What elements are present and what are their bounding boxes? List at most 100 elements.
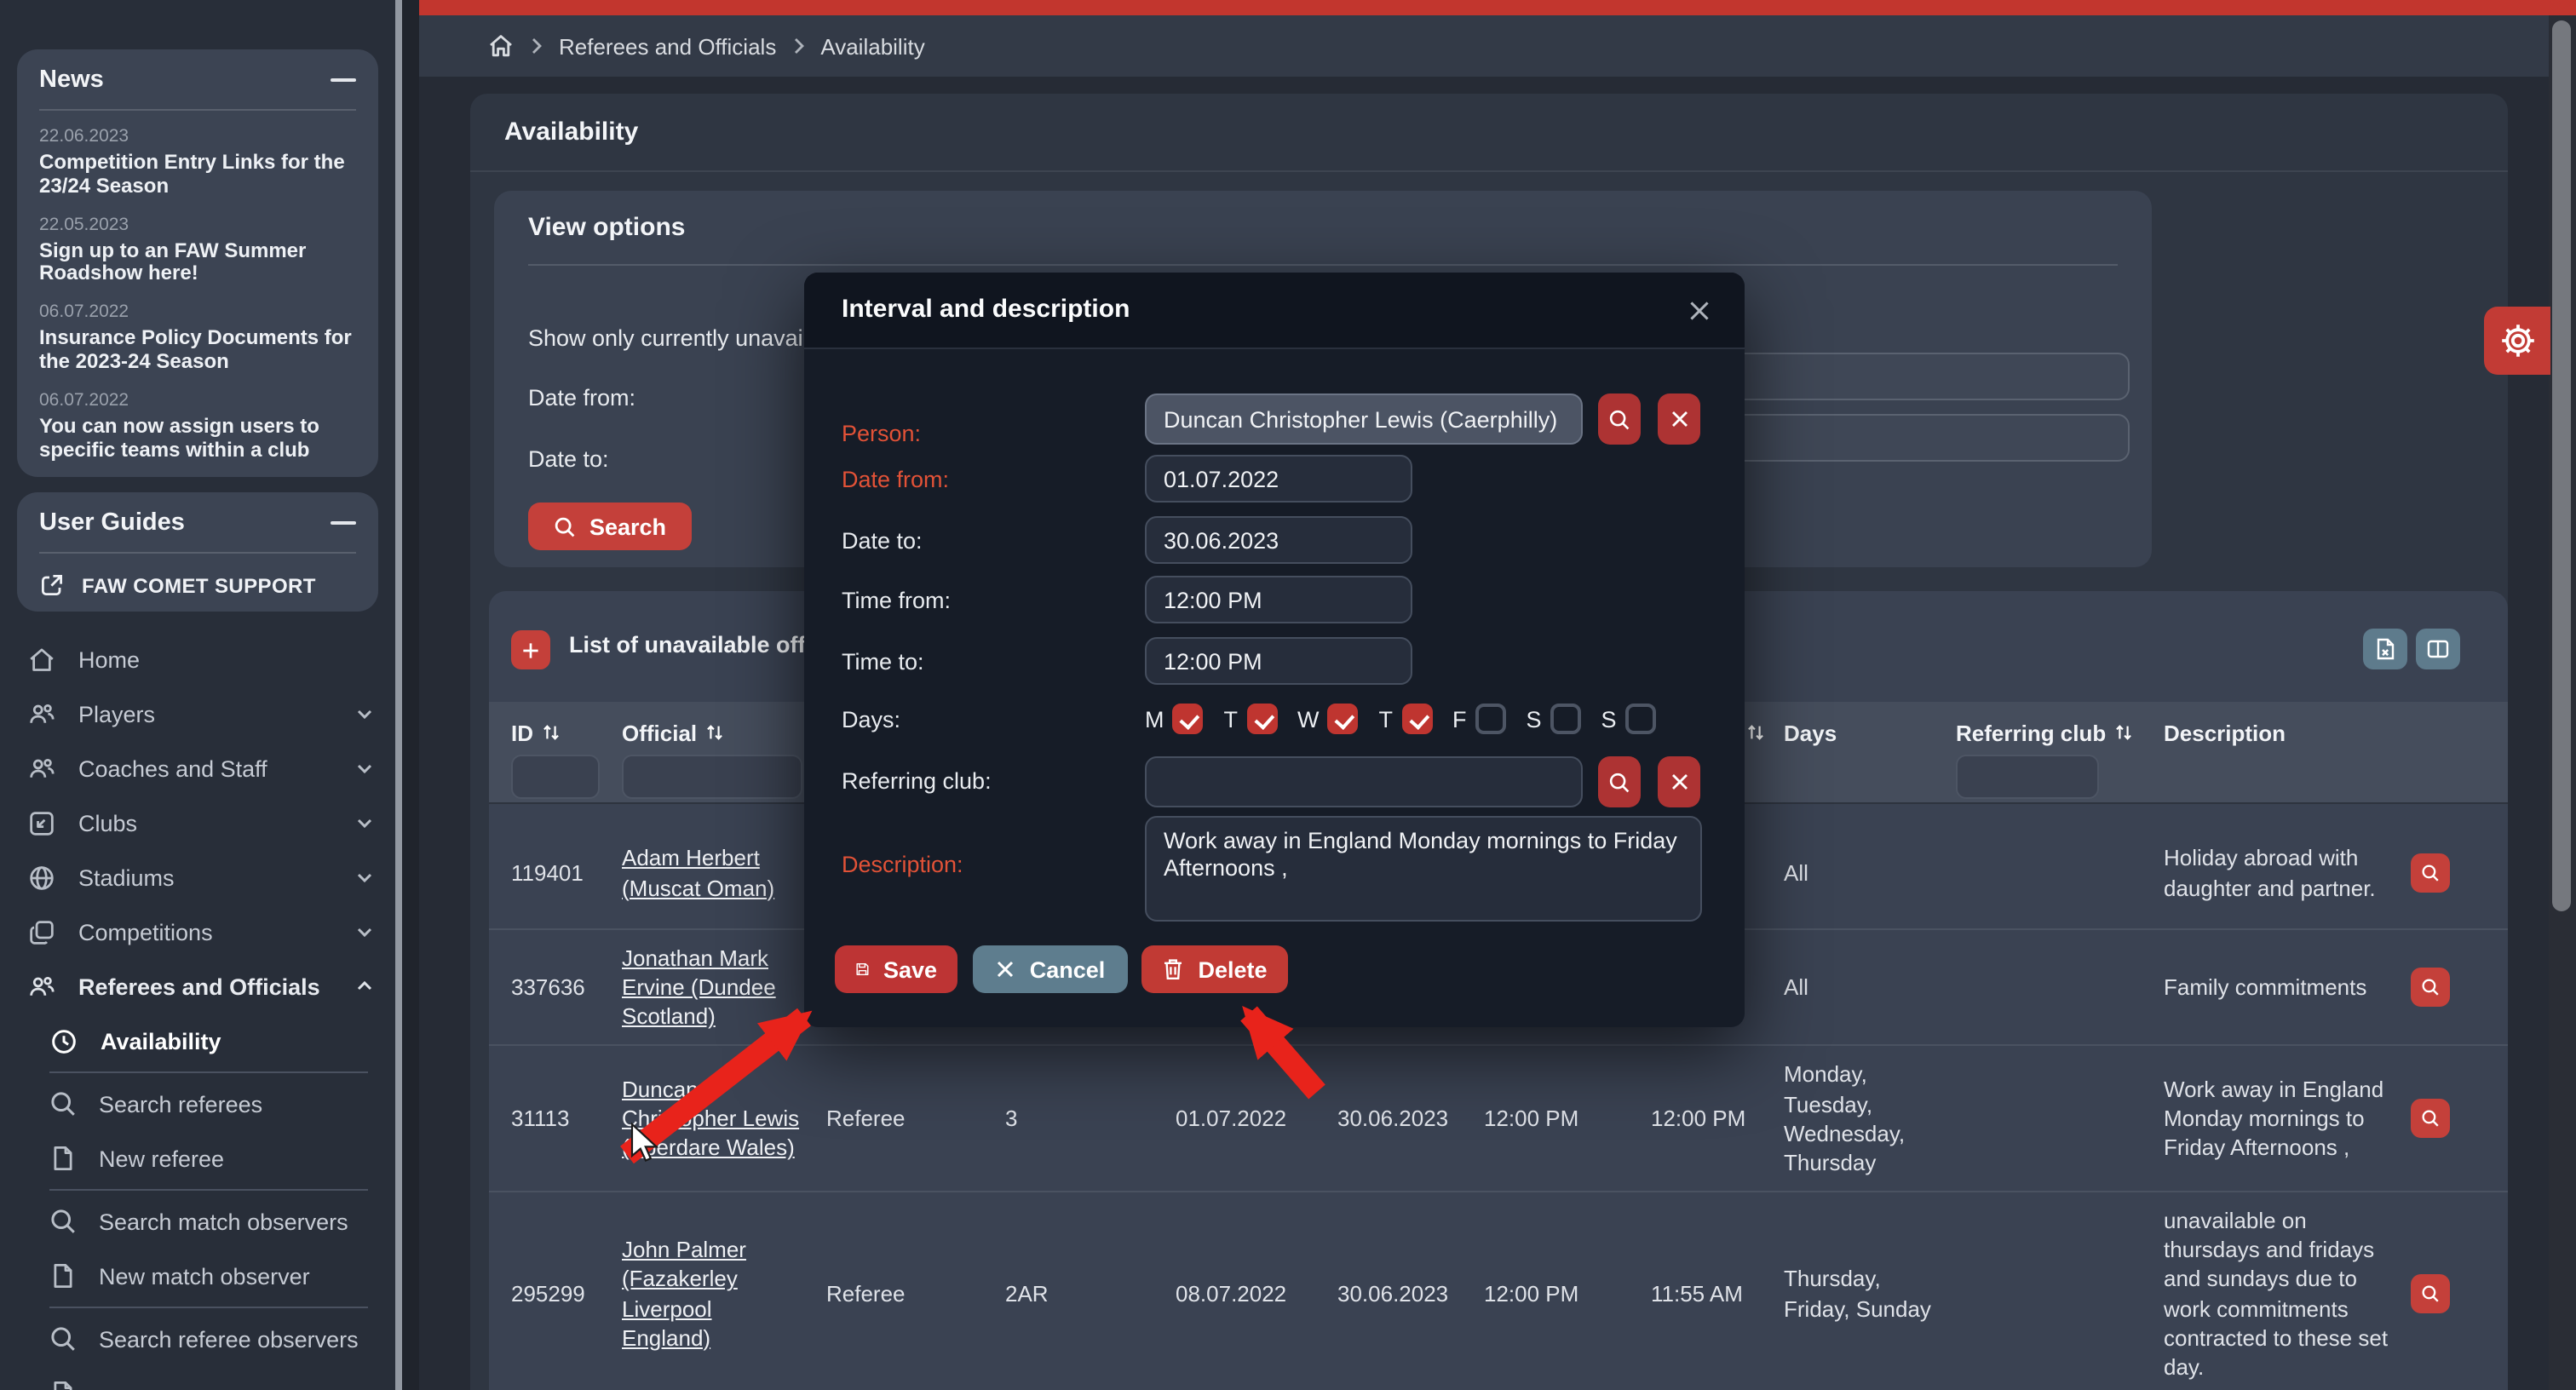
sidebar-item-players[interactable]: Players [0,686,395,741]
sidebar-item-referees-and-officials[interactable]: Referees and Officials [0,959,395,1014]
day-letter: M [1145,706,1164,732]
competitions-icon [27,917,56,946]
settings-gear-button[interactable] [2484,307,2550,375]
column-header-official[interactable]: Official [622,717,809,748]
time-from-input[interactable] [1145,576,1412,623]
referring-club-filter-input[interactable] [1956,755,2099,799]
person-label: Person: [842,421,921,446]
day-checkbox-thursday[interactable] [1401,704,1432,734]
person-clear-button[interactable] [1658,393,1700,445]
search-button[interactable]: Search [528,503,692,550]
sidebar: News 22.06.2023 Competition Entry Links … [0,0,395,1390]
collapse-icon[interactable] [331,521,356,526]
date-from-input[interactable] [1145,455,1412,503]
person-field[interactable] [1145,393,1583,445]
column-header-id[interactable]: ID [511,717,605,748]
referring-club-search-button[interactable] [1598,756,1641,807]
coaches-icon [27,754,56,783]
column-header-days[interactable]: Days [1784,717,1939,748]
collapse-icon[interactable] [331,78,356,83]
sidebar-item-availability[interactable]: Availability [0,1014,395,1068]
table-row: 295299 John Palmer (Fazakerley Liverpool… [489,1192,2508,1390]
close-icon [1669,772,1689,792]
export-file-button[interactable] [2363,629,2407,669]
official-link[interactable]: Jonathan Mark Ervine (Dundee Scotland) [622,945,776,1030]
page-title: Availability [504,118,638,146]
cell-id: 31113 [511,1090,622,1146]
sidebar-item-next[interactable] [0,1366,395,1390]
column-header-description[interactable]: Description [2164,717,2394,748]
row-view-button[interactable] [2411,1100,2450,1139]
divider [49,1071,368,1073]
sidebar-item-clubs[interactable]: Clubs [0,796,395,850]
add-interval-button[interactable] [511,630,550,669]
page-scrollbar-thumb[interactable] [2552,20,2571,911]
home-icon[interactable] [487,32,515,60]
cell-id: 295299 [511,1266,622,1322]
sidebar-item-competitions[interactable]: Competitions [0,905,395,959]
sidebar-item-search-match-observers[interactable]: Search match observers [0,1194,395,1249]
close-icon [1669,409,1689,429]
column-settings-button[interactable] [2416,629,2460,669]
official-filter-input[interactable] [622,755,802,799]
clubs-icon [27,808,56,837]
stadiums-icon [27,863,56,892]
column-header-referring-club[interactable]: Referring club [1956,717,2147,748]
chevron-up-icon [354,976,375,997]
breadcrumb-separator-icon [791,37,805,55]
sidebar-scrollbar-thumb[interactable] [395,0,402,1390]
date-from-label: Date from: [528,385,635,411]
day-letter: S [1601,706,1617,732]
columns-icon [2426,637,2450,661]
close-icon [1685,296,1714,325]
id-filter-input[interactable] [511,755,600,799]
description-textarea[interactable]: Work away in England Monday mornings to … [1145,816,1702,922]
sidebar-item-stadiums[interactable]: Stadiums [0,850,395,905]
referees-icon [27,972,56,1001]
official-link[interactable]: Duncan Christopher Lewis (Aberdare Wales… [622,1077,799,1161]
news-item-title[interactable]: You can now assign users to specific tea… [39,416,356,462]
save-button[interactable]: Save [835,945,957,993]
row-view-button[interactable] [2411,1274,2450,1313]
modal-close-button[interactable] [1682,293,1717,329]
delete-button[interactable]: Delete [1141,945,1288,993]
date-to-input[interactable] [1145,516,1412,564]
breadcrumb-item[interactable]: Referees and Officials [559,33,776,59]
row-view-button[interactable] [2411,853,2450,893]
cell-days: Monday, Tuesday, Wednesday, Thursday [1784,1047,1956,1191]
sidebar-item-search-referees[interactable]: Search referees [0,1077,395,1131]
date-to-label: Date to: [528,446,609,472]
news-item-title[interactable]: Competition Entry Links for the 23/24 Se… [39,152,356,198]
day-checkbox-tuesday[interactable] [1246,704,1277,734]
news-item-title[interactable]: Insurance Policy Documents for the 2023-… [39,327,356,374]
divider [39,552,356,554]
person-search-button[interactable] [1598,393,1641,445]
sort-icon [542,722,561,743]
date-to-label: Date to: [842,528,923,554]
day-checkbox-monday[interactable] [1173,704,1204,734]
referring-club-clear-button[interactable] [1658,756,1700,807]
referring-club-input[interactable] [1145,756,1583,807]
day-checkbox-wednesday[interactable] [1328,704,1359,734]
news-item-title[interactable]: Sign up to an FAW Summer Roadshow here! [39,239,356,286]
sidebar-item-new-match-observer[interactable]: New match observer [0,1249,395,1303]
day-checkbox-sunday[interactable] [1625,704,1656,734]
cell-description: Work away in England Monday mornings to … [2164,1061,2411,1176]
time-to-input[interactable] [1145,637,1412,685]
row-view-button[interactable] [2411,968,2450,1007]
day-checkbox-saturday[interactable] [1550,704,1581,734]
sidebar-item-new-referee[interactable]: New referee [0,1131,395,1186]
cell-id: 337636 [511,959,622,1015]
day-checkbox-friday[interactable] [1475,704,1506,734]
chevron-down-icon [354,922,375,942]
search-icon [49,1325,77,1353]
cancel-button[interactable]: Cancel [973,945,1128,993]
cell-description: Holiday abroad with daughter and partner… [2164,830,2411,916]
sidebar-item-home[interactable]: Home [0,632,395,686]
official-link[interactable]: Adam Herbert (Muscat Oman) [622,846,774,900]
sidebar-item-coaches-and-staff[interactable]: Coaches and Staff [0,741,395,796]
news-item-date: 22.05.2023 [39,214,356,234]
faw-comet-support-link[interactable]: FAW COMET SUPPORT [39,572,356,598]
official-link[interactable]: John Palmer (Fazakerley Liverpool Englan… [622,1238,746,1351]
sidebar-item-search-referee-observers[interactable]: Search referee observers [0,1312,395,1366]
